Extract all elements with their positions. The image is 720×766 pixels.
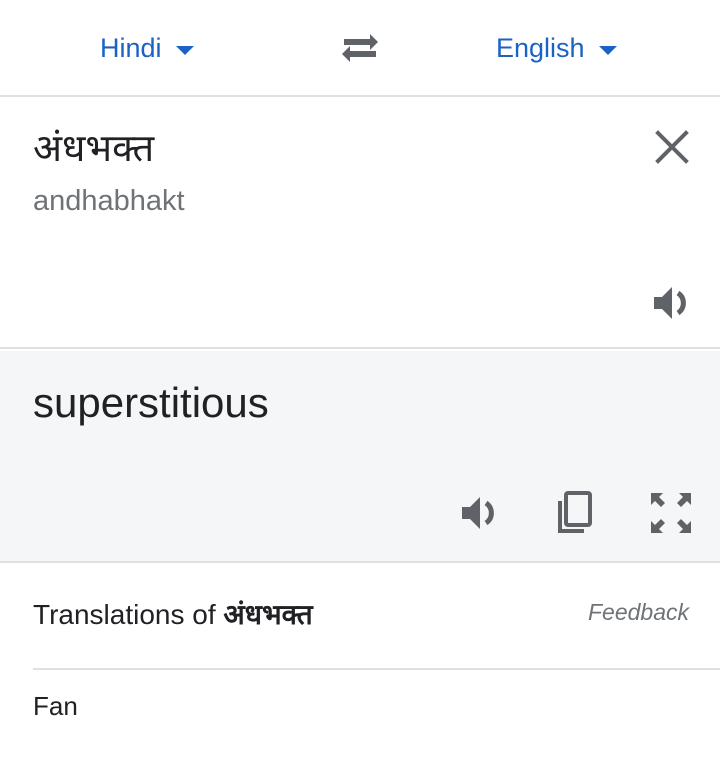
- source-language-label: Hindi: [100, 32, 162, 63]
- listen-source-button[interactable]: [648, 279, 696, 327]
- swap-languages-button[interactable]: [338, 30, 382, 66]
- fullscreen-icon: [651, 493, 691, 533]
- source-panel: अंधभक्त andhabhakt: [0, 99, 720, 349]
- fullscreen-button[interactable]: [647, 489, 695, 537]
- copy-icon: [558, 491, 592, 533]
- target-language-selector[interactable]: English: [496, 28, 617, 68]
- source-language-selector[interactable]: Hindi: [100, 28, 194, 68]
- translated-text: superstitious: [33, 379, 269, 426]
- chevron-down-icon: [175, 45, 194, 55]
- target-language-label: English: [496, 32, 585, 63]
- transliteration: andhabhakt: [33, 185, 185, 217]
- source-text[interactable]: अंधभक्त: [33, 121, 154, 173]
- copy-translation-button[interactable]: [550, 489, 598, 537]
- feedback-link[interactable]: Feedback: [588, 599, 689, 626]
- translations-heading-word: अंधभक्त: [223, 598, 313, 631]
- translations-section: Translations of अंधभक्त Feedback Fan: [0, 565, 720, 766]
- translations-heading-prefix: Translations of: [33, 599, 224, 630]
- swap-icon: [342, 34, 378, 62]
- translation-panel: superstitious: [0, 351, 720, 563]
- language-bar: Hindi English: [0, 0, 720, 97]
- listen-translation-button[interactable]: [456, 489, 504, 537]
- close-icon: [655, 130, 689, 164]
- speaker-icon: [462, 497, 494, 529]
- clear-input-button[interactable]: [652, 127, 692, 167]
- speaker-icon: [654, 287, 686, 319]
- translation-item[interactable]: Fan: [33, 691, 78, 722]
- chevron-down-icon: [598, 45, 617, 55]
- divider: [33, 668, 720, 670]
- translations-heading: Translations of अंधभक्त: [33, 595, 313, 633]
